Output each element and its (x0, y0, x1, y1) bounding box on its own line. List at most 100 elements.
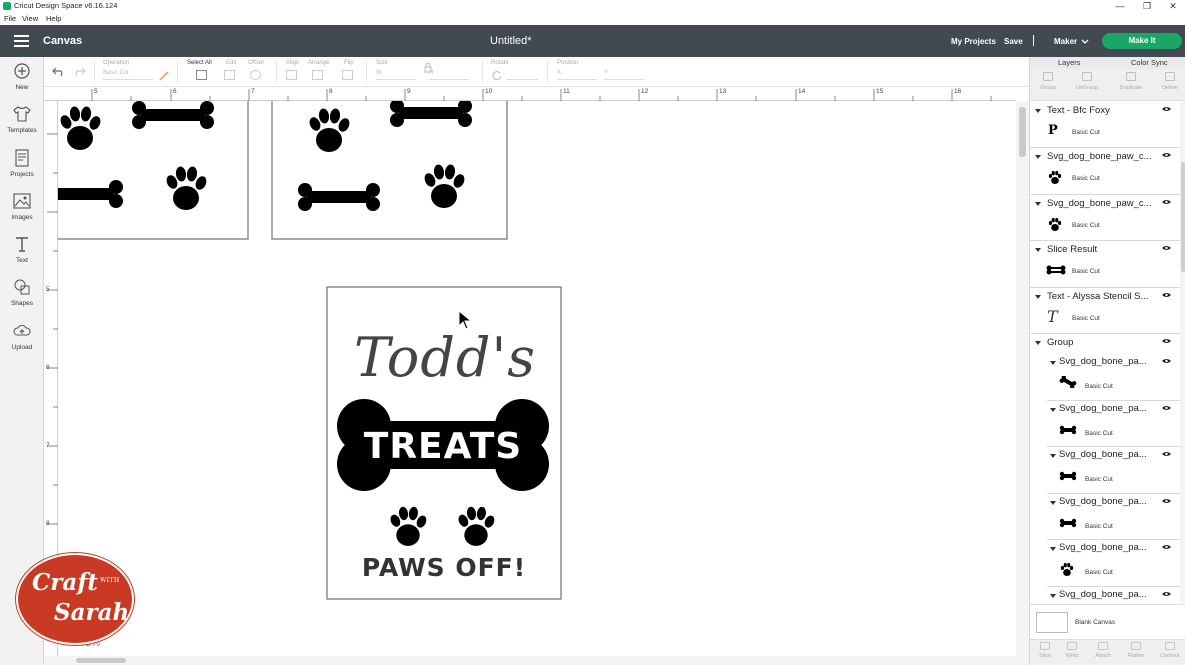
layer-item[interactable]: Svg_dog_bone_paw_c... Basic Cut (1030, 195, 1180, 241)
canvas-vertical-scrollbar[interactable] (1016, 101, 1029, 656)
eye-icon[interactable] (1162, 358, 1171, 364)
group-layer-header[interactable]: Group (1030, 334, 1180, 354)
sidebar-item-new[interactable]: New (0, 62, 44, 102)
duplicate-button[interactable]: Duplicate (1116, 72, 1146, 91)
layer-item[interactable]: Text - Alyssa Stencil S... T Basic Cut (1030, 288, 1180, 334)
layer-item[interactable]: Slice Result Basic Cut (1030, 241, 1180, 288)
collapse-caret-icon[interactable] (1035, 341, 1041, 345)
group-child-layer[interactable]: Svg_dog_bone_pa... Basic Cut (1047, 401, 1180, 447)
cut-mat[interactable] (271, 101, 508, 240)
delete-button[interactable]: Delete (1155, 72, 1185, 91)
group-child-layer[interactable]: Svg_dog_bone_pa... (1047, 587, 1180, 604)
canvas-horizontal-scrollbar[interactable] (44, 656, 1029, 665)
attach-button[interactable]: Attach (1088, 642, 1118, 659)
group-child-layer[interactable]: Svg_dog_bone_pa... Basic Cut (1047, 540, 1180, 587)
weld-button[interactable]: Weld (1057, 642, 1087, 659)
sidebar-item-shapes[interactable]: Shapes (0, 278, 44, 318)
flatten-button[interactable]: Flatten (1121, 642, 1151, 659)
sidebar-item-upload[interactable]: Upload (0, 322, 44, 362)
close-window-button[interactable]: ✕ (1163, 0, 1183, 12)
layer-name: Slice Result (1047, 244, 1098, 255)
layers-scrollbar[interactable] (1180, 102, 1185, 604)
tab-color-sync[interactable]: Color Sync (1131, 58, 1168, 67)
eye-icon[interactable] (1162, 451, 1171, 457)
arrange-icon[interactable] (312, 70, 323, 80)
hamburger-menu-icon[interactable] (14, 35, 29, 47)
layer-item[interactable]: Svg_dog_bone_paw_c... Basic Cut (1030, 148, 1180, 195)
height-input[interactable]: H (429, 70, 469, 80)
group-child-layer[interactable]: Svg_dog_bone_pa... Basic Cut (1047, 447, 1180, 494)
eye-icon[interactable] (1162, 591, 1171, 597)
collapse-caret-icon[interactable] (1035, 155, 1041, 159)
align-icon[interactable] (286, 70, 297, 80)
collapse-caret-icon[interactable] (1035, 295, 1041, 299)
menu-file[interactable]: File (4, 14, 16, 23)
edit-icon[interactable] (224, 70, 235, 80)
eye-icon[interactable] (1162, 199, 1171, 205)
collapse-caret-icon[interactable] (1035, 248, 1041, 252)
collapse-caret-icon[interactable] (1050, 501, 1056, 505)
chevron-down-icon[interactable] (1081, 39, 1089, 45)
blank-canvas-row[interactable]: Blank Canvas (1030, 604, 1185, 639)
collapse-caret-icon[interactable] (1050, 454, 1056, 458)
eye-icon[interactable] (1162, 498, 1171, 504)
flip-icon[interactable] (342, 70, 353, 80)
eye-icon[interactable] (1162, 405, 1171, 411)
ruler-number: 10 (485, 88, 493, 95)
collapse-caret-icon[interactable] (1035, 202, 1041, 206)
design-canvas[interactable]: Todd's TREATS PAWS OFF! (58, 101, 1016, 656)
rotate-input[interactable] (506, 70, 538, 80)
tab-layers[interactable]: Layers (1058, 58, 1081, 67)
machine-selector[interactable]: Maker (1054, 37, 1077, 46)
group-child-layer[interactable]: Svg_dog_bone_pa... Basic Cut (1047, 354, 1180, 401)
group-button[interactable]: Group (1033, 72, 1063, 91)
eye-icon[interactable] (1162, 245, 1171, 251)
maximize-button[interactable]: ❐ (1137, 0, 1157, 12)
design-bottom-text[interactable]: PAWS OFF! (358, 553, 530, 582)
sidebar-item-images[interactable]: Images (0, 192, 44, 232)
document-title[interactable]: Untitled* (490, 35, 532, 47)
app-icon (3, 2, 11, 10)
canvas-color-swatch[interactable] (1036, 612, 1068, 633)
layer-name: Text - Alyssa Stencil S... (1047, 291, 1149, 302)
eye-icon[interactable] (1162, 338, 1171, 344)
menu-view[interactable]: View (22, 14, 38, 23)
make-it-button[interactable]: Make It (1102, 33, 1182, 49)
select-all-icon[interactable] (196, 70, 207, 80)
menu-help[interactable]: Help (46, 14, 61, 23)
design-top-text[interactable]: Todd's (340, 326, 550, 389)
undo-icon[interactable] (52, 65, 66, 77)
layer-item[interactable]: Text - Bfc Foxy P Basic Cut (1030, 102, 1180, 148)
group-child-layer[interactable]: Svg_dog_bone_pa... Basic Cut (1047, 494, 1180, 540)
panel-tabs: Layers Color Sync (1030, 57, 1185, 69)
eye-icon[interactable] (1162, 152, 1171, 158)
redo-icon[interactable] (72, 65, 86, 77)
position-x-input[interactable]: X (557, 70, 597, 80)
pen-icon[interactable] (158, 70, 170, 82)
width-input[interactable]: W (376, 70, 416, 80)
collapse-caret-icon[interactable] (1050, 361, 1056, 365)
sidebar-item-text[interactable]: Text (0, 235, 44, 275)
sidebar-item-projects[interactable]: Projects (0, 149, 44, 189)
collapse-caret-icon[interactable] (1035, 109, 1041, 113)
sidebar-item-templates[interactable]: Templates (0, 105, 44, 145)
offset-icon[interactable] (250, 70, 261, 80)
flip-label: Flip (344, 60, 354, 66)
ungroup-button[interactable]: UnGroup (1072, 72, 1102, 91)
eye-icon[interactable] (1162, 292, 1171, 298)
minimize-button[interactable]: — (1110, 0, 1130, 12)
contour-button[interactable]: Contour (1155, 642, 1185, 659)
eye-icon[interactable] (1162, 544, 1171, 550)
slice-button[interactable]: Slice (1030, 642, 1060, 659)
design-middle-text[interactable]: TREATS (358, 426, 528, 467)
position-y-input[interactable]: Y (604, 70, 644, 80)
collapse-caret-icon[interactable] (1050, 594, 1056, 598)
my-projects-link[interactable]: My Projects (951, 37, 996, 46)
save-link[interactable]: Save (1004, 37, 1023, 46)
eye-icon[interactable] (1162, 106, 1171, 112)
collapse-caret-icon[interactable] (1050, 547, 1056, 551)
rotate-icon[interactable] (491, 70, 503, 81)
cut-mat[interactable] (58, 101, 249, 240)
operation-select[interactable]: Basic Cut (103, 70, 153, 80)
collapse-caret-icon[interactable] (1050, 408, 1056, 412)
